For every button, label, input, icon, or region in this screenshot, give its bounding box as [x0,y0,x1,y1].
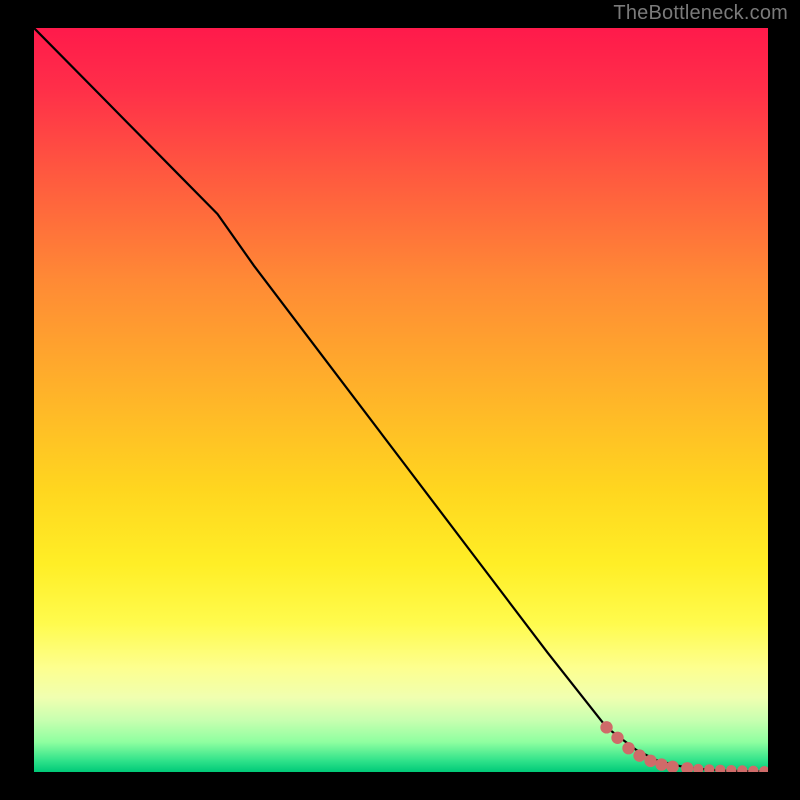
chart-dot [655,758,667,770]
chart-dots [600,721,768,772]
chart-plot-area [34,28,768,772]
stage: TheBottleneck.com [0,0,800,800]
chart-dot [633,749,645,761]
chart-dot [737,765,747,772]
chart-dot [693,764,703,772]
chart-dot [611,732,623,744]
chart-dot [715,765,725,772]
chart-dot [622,742,634,754]
chart-dot [748,766,758,772]
chart-dot [759,766,768,772]
chart-dot [704,764,714,772]
watermark-label: TheBottleneck.com [613,2,788,25]
chart-dot [726,765,736,772]
chart-dot [681,762,693,772]
chart-dot [600,721,612,733]
chart-dot [644,755,656,767]
chart-svg-overlay [34,28,768,772]
chart-curve [34,28,768,772]
